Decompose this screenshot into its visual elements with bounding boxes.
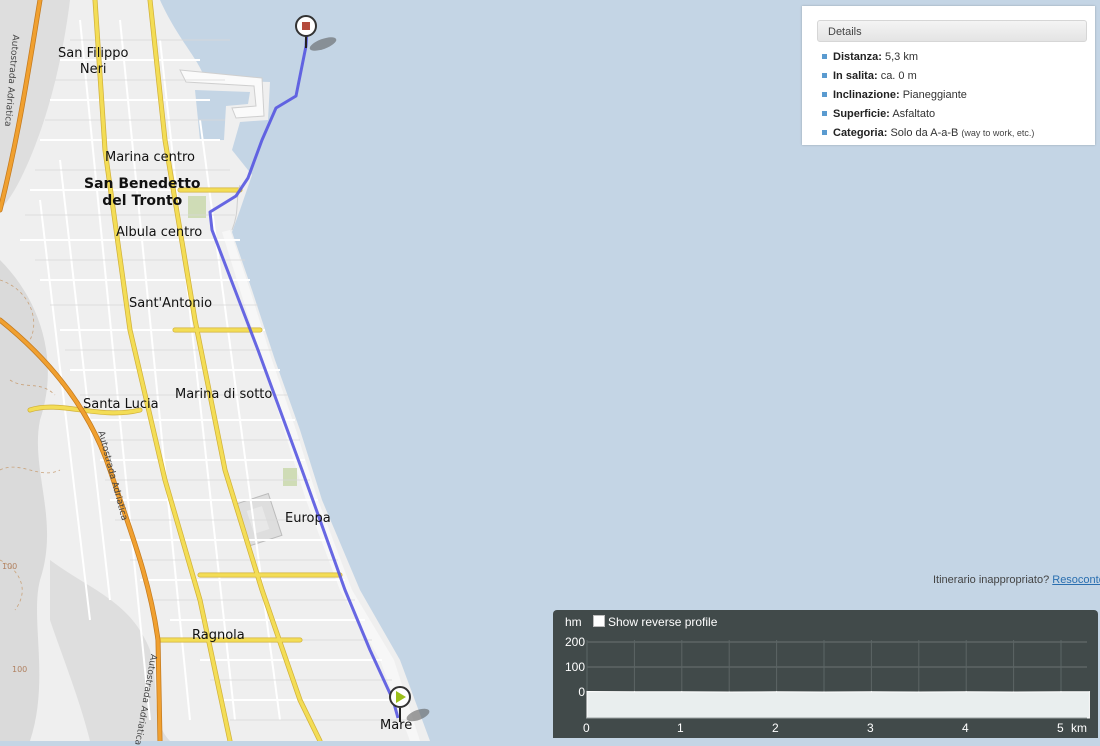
elevation-point [965, 691, 967, 693]
elevation-point [918, 691, 920, 693]
x-tick-label: 0 [583, 721, 590, 735]
elevation-point [776, 691, 778, 693]
details-list: Distanza: 5,3 km In salita: ca. 0 m Incl… [822, 49, 1034, 144]
detail-value: Pianeggiante [902, 89, 967, 101]
detail-value: Solo da A-a-B [890, 127, 959, 139]
place-label-sant-antonio: Sant'Antonio [129, 296, 213, 311]
bullet-icon [822, 92, 827, 97]
place-label-ragnola: Ragnola [192, 628, 245, 643]
profile-chart[interactable] [553, 610, 1098, 738]
feedback: Itinerario inappropriato? Resoconto [933, 574, 1100, 586]
elevation-point [728, 691, 730, 693]
contour-label: 100 [12, 665, 28, 674]
place-label-europa: Europa [285, 511, 331, 526]
place-label-mare: Mare [380, 718, 413, 733]
elevation-point [870, 691, 872, 693]
place-label-santa-lucia: Santa Lucia [83, 397, 159, 412]
elevation-point [1088, 691, 1091, 693]
detail-label: Inclinazione: [833, 89, 900, 101]
report-link[interactable]: Resoconto [1052, 574, 1100, 586]
x-tick-label: 4 [962, 721, 969, 735]
detail-distance: Distanza: 5,3 km [822, 49, 1034, 68]
elevation-point [586, 690, 588, 693]
x-tick-label: 5 [1057, 721, 1064, 735]
detail-surface: Superficie: Asfaltato [822, 106, 1034, 125]
elevation-profile: hm Show reverse profile 200 100 0 0 1 2 … [553, 610, 1098, 738]
stop-icon [302, 22, 310, 30]
detail-value: ca. 0 m [880, 70, 917, 82]
place-label-marina-centro: Marina centro [105, 150, 195, 165]
elevation-point [1013, 691, 1015, 693]
x-unit-label: km [1071, 721, 1087, 735]
elevation-area [586, 690, 1090, 719]
bullet-icon [822, 73, 827, 78]
details-panel: Details Distanza: 5,3 km In salita: ca. … [802, 6, 1095, 145]
detail-label: Categoria: [833, 127, 888, 139]
detail-value: 5,3 km [884, 51, 918, 63]
x-tick-label: 3 [867, 721, 874, 735]
elevation-point [633, 691, 635, 693]
elevation-point [681, 691, 683, 693]
detail-incline: Inclinazione: Pianeggiante [822, 87, 1034, 106]
elevation-point [823, 691, 825, 693]
place-label-albula-centro: Albula centro [116, 225, 203, 240]
detail-label: Distanza: [833, 51, 882, 63]
x-tick-label: 2 [772, 721, 779, 735]
bullet-icon [822, 111, 827, 116]
detail-ascent: In salita: ca. 0 m [822, 68, 1034, 87]
detail-value: Asfaltato [892, 108, 936, 120]
place-label-san-benedetto: San Benedetto del Tronto [84, 176, 201, 209]
elevation-point [1060, 691, 1062, 693]
x-tick-label: 1 [677, 721, 684, 735]
detail-label: In salita: [833, 70, 878, 82]
detail-label: Superficie: [833, 108, 890, 120]
bullet-icon [822, 130, 827, 135]
detail-note: (way to work, etc.) [961, 128, 1035, 138]
detail-category: Categoria: Solo da A-a-B (way to work, e… [822, 125, 1034, 144]
feedback-text: Itinerario inappropriato? [933, 574, 1050, 586]
place-label-san-filippo-neri: San Filippo Neri [58, 46, 129, 77]
place-label-marina-di-sotto: Marina di sotto [175, 387, 273, 402]
bullet-icon [822, 54, 827, 59]
details-header[interactable]: Details [817, 20, 1087, 42]
contour-label: 100 [2, 562, 18, 571]
